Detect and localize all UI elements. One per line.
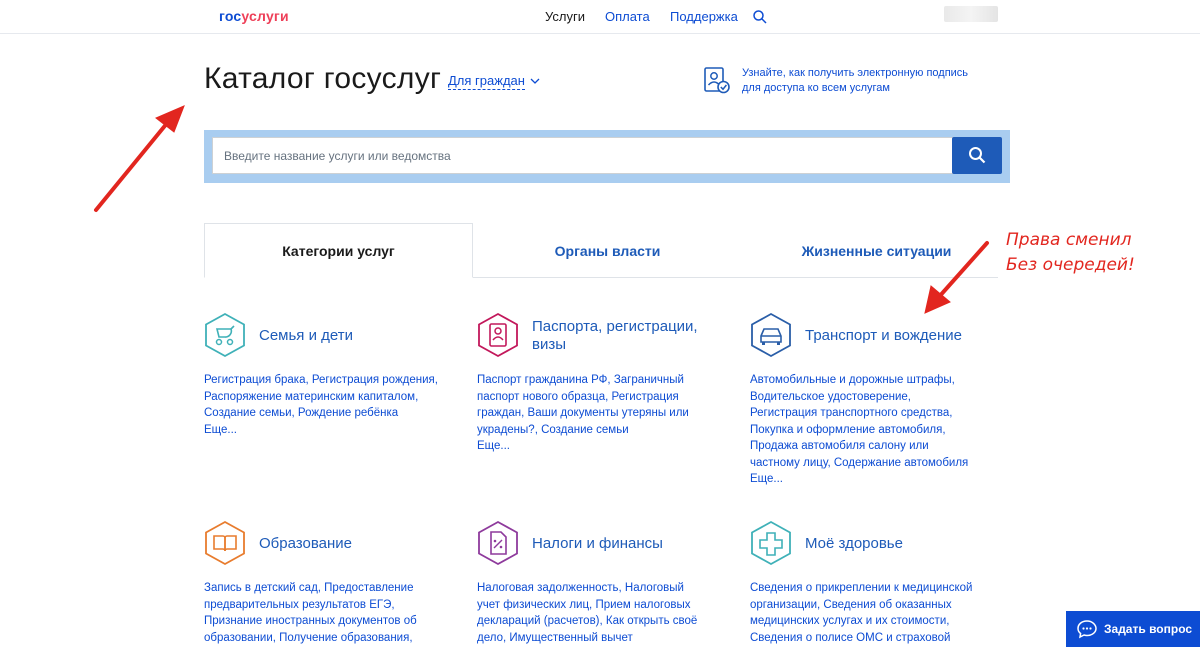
nav-support[interactable]: Поддержка <box>670 9 738 24</box>
chevron-down-icon[interactable] <box>529 76 541 86</box>
category-title[interactable]: Налоги и финансы <box>532 535 663 553</box>
page-title: Каталог госуслуг <box>204 62 442 95</box>
catalog-tabs: Категории услуг Органы власти Жизненные … <box>204 223 998 279</box>
category-links: Налоговая задолженность, Налоговый учет … <box>477 582 698 644</box>
catalog-search-bar <box>204 130 1010 183</box>
handwritten-annotation: Права сменил Без очередей! <box>1006 230 1135 275</box>
top-header: госуслуги Услуги Оплата Поддержка <box>0 0 1200 34</box>
tax-document-icon <box>478 520 518 566</box>
nav-payment[interactable]: Оплата <box>605 9 650 24</box>
more-link[interactable]: Еще... <box>750 471 980 488</box>
e-signature-icon <box>704 67 730 94</box>
ask-question-button[interactable]: Задать вопрос <box>1066 611 1200 647</box>
category-links: Сведения о прикреплении к медицинской ор… <box>750 582 973 644</box>
stroller-icon <box>205 312 245 358</box>
book-icon <box>205 520 245 566</box>
category-title[interactable]: Семья и дети <box>259 327 353 345</box>
audience-selector[interactable]: Для граждан <box>448 73 525 90</box>
category-links: Автомобильные и дорожные штрафы, Водител… <box>750 372 980 488</box>
chat-bubble-icon <box>1077 620 1097 639</box>
search-icon <box>969 147 986 164</box>
tab-life-situations[interactable]: Жизненные ситуации <box>742 223 1011 278</box>
passport-icon <box>478 312 518 358</box>
search-icon[interactable] <box>752 9 768 25</box>
tab-categories[interactable]: Категории услуг <box>204 223 473 278</box>
category-links: Паспорт гражданина РФ, Заграничный паспо… <box>477 372 692 455</box>
nav-services[interactable]: Услуги <box>545 9 585 24</box>
search-input[interactable] <box>212 137 954 174</box>
user-profile-blurred[interactable] <box>944 6 998 22</box>
gosuslugi-logo[interactable]: госуслуги <box>219 8 289 24</box>
more-link[interactable]: Еще... <box>477 438 692 455</box>
arrow-left <box>94 105 185 212</box>
category-links: Регистрация брака, Регистрация рождения,… <box>204 372 444 438</box>
car-icon <box>751 312 791 358</box>
medical-cross-icon <box>751 520 791 566</box>
category-title[interactable]: Паспорта, регистрации, визы <box>532 318 702 354</box>
tab-authorities[interactable]: Органы власти <box>473 223 742 278</box>
category-title[interactable]: Образование <box>259 535 352 553</box>
more-link[interactable]: Еще... <box>204 422 444 439</box>
category-links: Запись в детский сад, Предоставление пре… <box>204 582 417 644</box>
category-title[interactable]: Транспорт и вождение <box>805 327 962 345</box>
search-button[interactable] <box>952 137 1002 174</box>
category-title[interactable]: Моё здоровье <box>805 535 903 553</box>
e-signature-link[interactable]: Узнайте, как получить электронную подпис… <box>742 66 982 96</box>
